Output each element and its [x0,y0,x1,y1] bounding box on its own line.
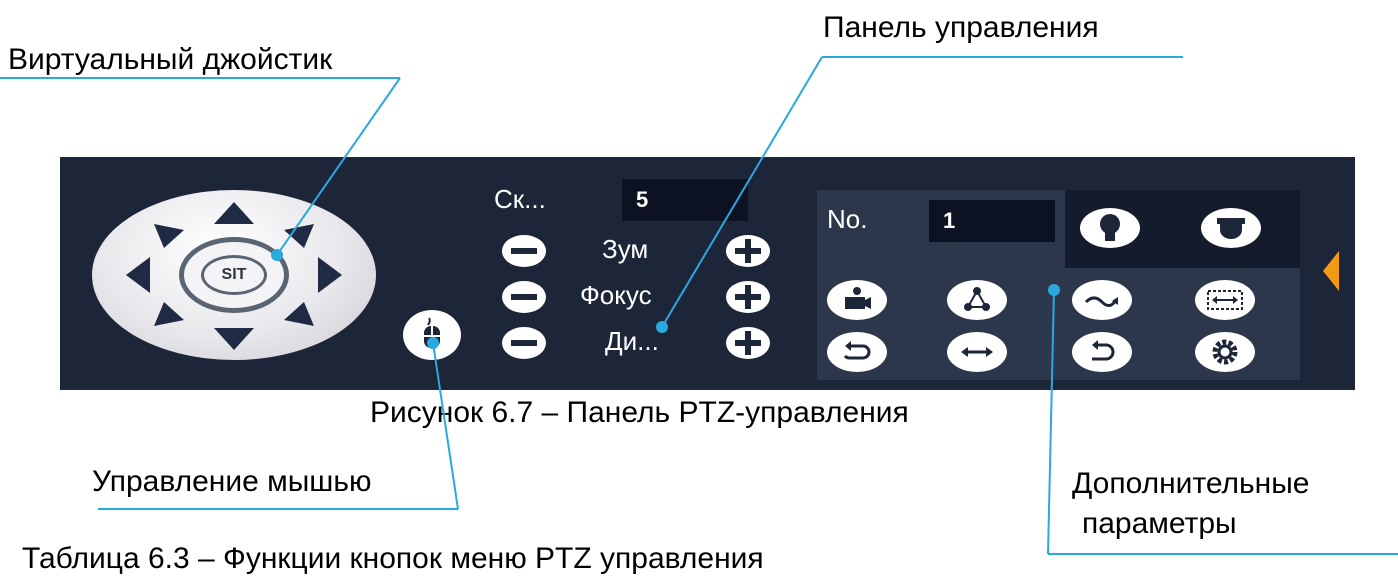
rotate-button[interactable] [827,332,887,372]
arrow-down-left-icon[interactable] [154,302,184,326]
focus-label: Фокус [580,280,652,310]
flip-button[interactable] [1072,332,1132,372]
figure-caption: Рисунок 6.7 – Панель PTZ-управления [370,396,909,429]
annotation-additional-params-line2: параметры [1082,507,1237,540]
light-bulb-icon [1100,214,1120,241]
mouse-control-button[interactable] [403,310,461,360]
annotation-virtual-joystick: Виртуальный джойстик [8,43,333,76]
tour-button[interactable] [947,280,1007,320]
pan-button[interactable] [947,332,1007,372]
arrow-up-right-icon[interactable] [284,224,314,248]
mouse-icon [424,317,440,348]
tour-icon [964,287,990,311]
preset-no-label: No. [827,204,868,234]
table-caption: Таблица 6.3 – Функции кнопок меню PTZ уп… [22,542,764,575]
zoom-minus-button[interactable] [502,235,546,267]
speed-label: Ск... [494,184,546,214]
annotation-mouse-control: Управление мышью [92,465,372,498]
speed-field[interactable]: 5 [622,179,748,221]
joystick-set-label: SIT [201,255,267,295]
focus-minus-button[interactable] [502,281,546,313]
ptz-control-panel: SIT Ск... 5 Зум Фокус Ди... No. 1 [60,157,1355,390]
arrow-up-left-icon[interactable] [154,224,184,248]
border-scan-icon [1207,290,1243,310]
preset-no-field[interactable]: 1 [929,200,1055,242]
iris-label: Ди... [605,326,659,356]
pattern-button[interactable] [1072,280,1132,320]
zoom-label: Зум [602,234,649,264]
additional-params-panel: No. 1 [817,190,1300,380]
iris-minus-button[interactable] [502,327,546,359]
rotate-icon [843,341,871,360]
pattern-icon [1084,296,1118,307]
camera-icon [845,287,871,309]
expand-arrow-icon[interactable] [1323,251,1339,291]
light-button[interactable] [1080,208,1140,248]
settings-gear-icon [1212,339,1238,365]
joystick-set-button[interactable]: SIT [179,237,289,313]
zoom-plus-button[interactable] [726,235,770,267]
arrow-down-right-icon[interactable] [284,302,314,326]
wiper-button[interactable] [1201,208,1261,248]
iris-plus-button[interactable] [726,327,770,359]
flip-icon [1092,340,1115,361]
annotation-control-panel: Панель управления [823,11,1099,44]
dome-camera-icon [1217,218,1245,239]
focus-plus-button[interactable] [726,281,770,313]
pan-icon [961,347,993,357]
border-scan-button[interactable] [1195,280,1255,320]
annotation-additional-params-line1: Дополнительные [1072,467,1310,500]
virtual-joystick[interactable]: SIT [92,190,376,360]
preset-button[interactable] [827,280,887,320]
settings-button[interactable] [1195,332,1255,372]
